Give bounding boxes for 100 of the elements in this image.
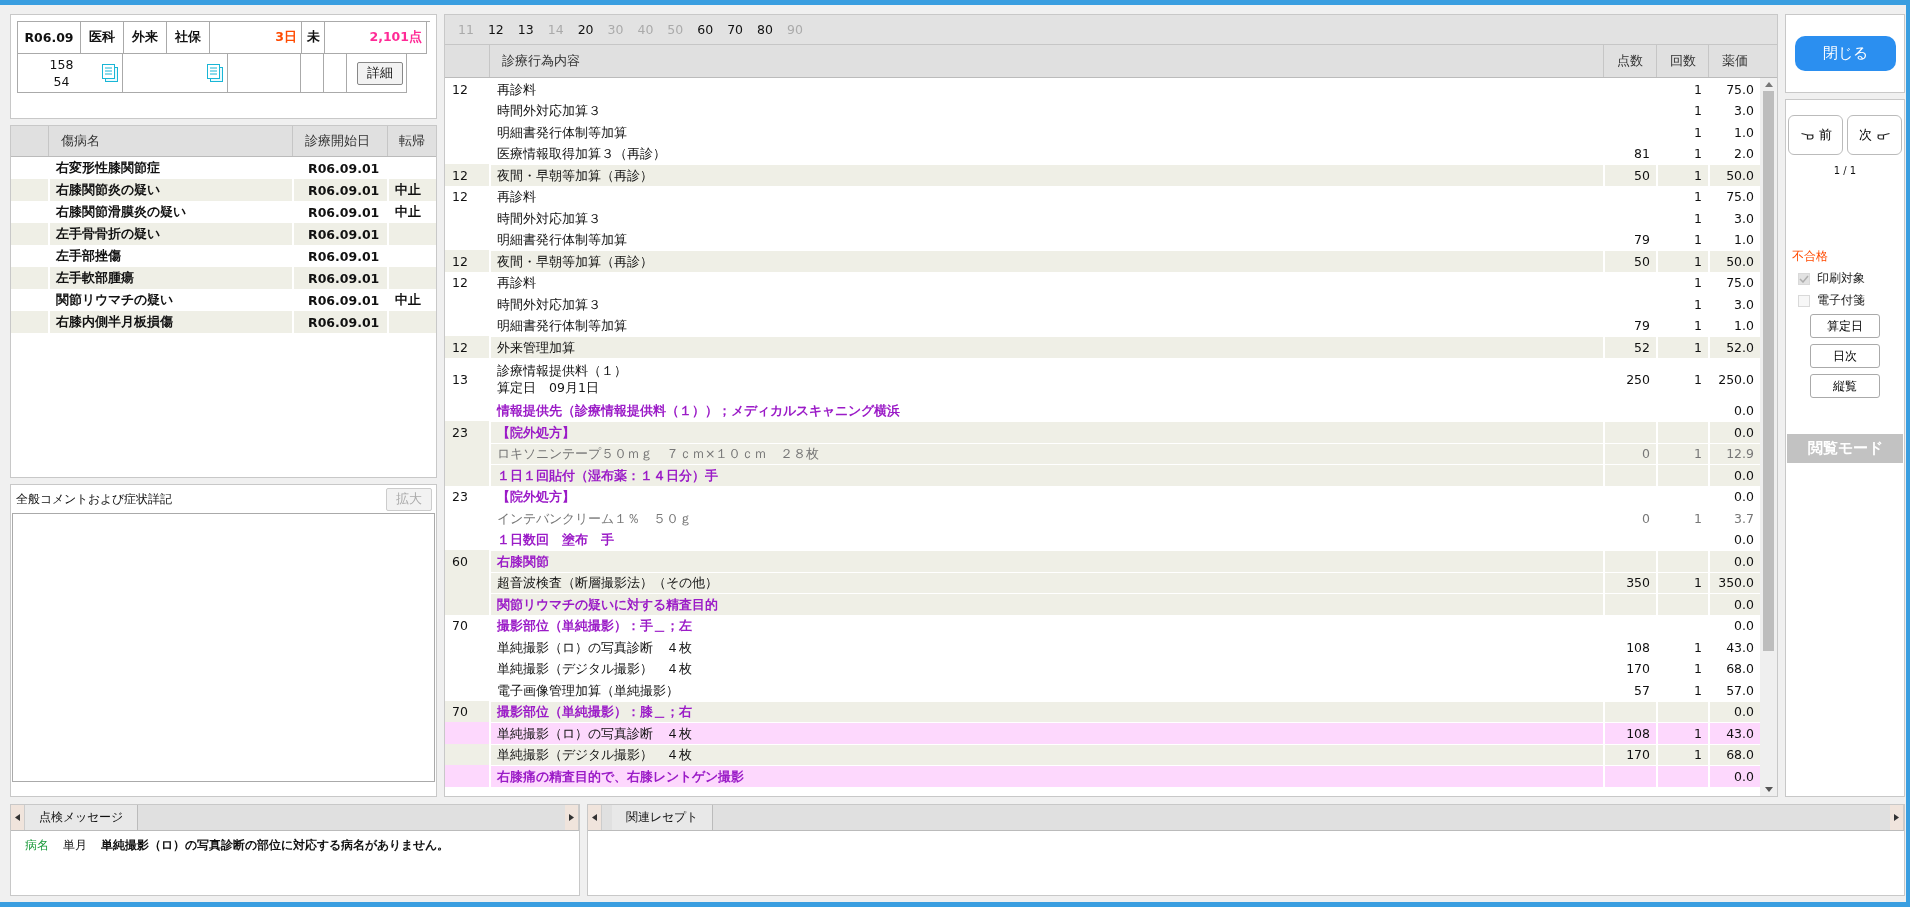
table-row[interactable]: 23 【院外処方】 0.0 xyxy=(445,421,1760,443)
message-category: 病名 xyxy=(25,837,49,854)
count-cell-text: 1 xyxy=(1693,123,1703,142)
code-cell-text: 12 xyxy=(451,252,469,271)
table-row[interactable]: 12 夜間・早朝等加算（再診） 50 1 50.0 xyxy=(445,164,1760,186)
previous-button[interactable]: 前 xyxy=(1788,115,1843,155)
empty-cell xyxy=(301,54,324,93)
left-arrow-icon[interactable] xyxy=(15,814,20,821)
down-arrow-icon[interactable] xyxy=(1764,787,1773,792)
table-row[interactable]: 12 外来管理加算 52 1 52.0 xyxy=(445,336,1760,358)
count-cell-text: 1 xyxy=(1693,317,1703,336)
points-cell-text: 108 xyxy=(1625,638,1651,657)
count-cell-text: 1 xyxy=(1693,370,1703,389)
detail-button[interactable]: 詳細 xyxy=(357,61,403,85)
up-arrow-icon[interactable] xyxy=(1764,82,1773,87)
price-cell-text: 68.0 xyxy=(1725,660,1755,679)
price-cell-text: 75.0 xyxy=(1725,188,1755,207)
status-text: 不合格 xyxy=(1792,249,1828,264)
points-cell: 108 xyxy=(1603,722,1656,744)
points-cell-text: 57 xyxy=(1633,681,1651,700)
summary-cell: R06.09 xyxy=(18,22,81,54)
price-cell-text: 3.0 xyxy=(1733,102,1755,121)
points-cell-text: 170 xyxy=(1625,660,1651,679)
procedure-cell-text: 明細書発行体制等加算 xyxy=(496,123,628,142)
price-cell-text: 3.0 xyxy=(1733,295,1755,314)
checkbox-label: 印刷対象 xyxy=(1817,271,1865,286)
procedure-cell-text: 時間外対応加算３ xyxy=(496,102,602,121)
code-cell-text: 70 xyxy=(451,703,469,722)
code-tab[interactable]: 12 xyxy=(480,22,511,37)
table-row[interactable]: 70 撮影部位（単純撮影）：膝＿；右 0.0 xyxy=(445,700,1760,722)
table-row[interactable]: 関節リウマチの疑いに対する精査目的 0.0 xyxy=(445,593,1760,615)
column-header: 点数 xyxy=(1603,45,1656,77)
procedure-cell: 【院外処方】 xyxy=(489,421,1603,443)
code-cell-text: 23 xyxy=(451,488,469,507)
code-cell-text: 12 xyxy=(451,338,469,357)
procedure-cell-text: 再診料 xyxy=(496,274,537,293)
code-cell-text: 70 xyxy=(451,617,469,636)
summary-cell: 未 xyxy=(302,22,325,54)
side-button[interactable]: 算定日 xyxy=(1810,314,1880,338)
table-row[interactable]: 超音波検査（断層撮影法）（その他） 350 1 350.0 xyxy=(445,571,1760,593)
count-cell-text: 1 xyxy=(1693,681,1703,700)
column-header: 傷病名 xyxy=(48,126,292,156)
procedure-cell-text: 電子画像管理加算（単純撮影） xyxy=(496,681,680,700)
pointing-hand-icon xyxy=(1876,130,1891,140)
points-cell-text: 0 xyxy=(1641,509,1651,528)
code-tab[interactable]: 80 xyxy=(750,22,780,37)
side-button[interactable]: 日次 xyxy=(1810,344,1880,368)
table-row[interactable]: 単純撮影（ロ）の写真診断 ４枚 108 1 43.0 xyxy=(445,722,1760,744)
count-cell-text: 1 xyxy=(1693,188,1703,207)
comment-field[interactable] xyxy=(12,513,435,782)
side-button[interactable]: 縦覧 xyxy=(1810,374,1880,398)
scrollbar[interactable] xyxy=(1760,78,1777,796)
procedure-cell-text: インテバンクリーム１％ ５０ｇ xyxy=(496,509,693,528)
count-text: 158 xyxy=(49,56,74,73)
message-period: 単月 xyxy=(63,837,87,854)
message-tab[interactable]: 点検メッセージ xyxy=(25,805,138,830)
code-tab[interactable]: 13 xyxy=(510,22,541,37)
column-header: 回数 xyxy=(1656,45,1708,77)
price-cell-text: 1.0 xyxy=(1733,317,1755,336)
left-arrow-icon[interactable] xyxy=(592,814,597,821)
code-tab[interactable]: 70 xyxy=(720,22,751,37)
table-row[interactable]: 単純撮影（デジタル撮影） ４枚 170 1 68.0 xyxy=(445,743,1760,765)
table-row[interactable]: 12 夜間・早朝等加算（再診） 50 1 50.0 xyxy=(445,250,1760,272)
table-row[interactable]: 60 右膝関節 0.0 xyxy=(445,550,1760,572)
count-cell-text: 1 xyxy=(1693,209,1703,228)
summary-cell: 社保 xyxy=(167,22,210,54)
table-row[interactable]: 右膝痛の精査目的で、右膝レントゲン撮影 0.0 xyxy=(445,765,1760,787)
code-cell-text: 12 xyxy=(451,166,469,185)
procedure-cell-text: 情報提供先（診療情報提供料（１））；メディカルスキャニング横浜 xyxy=(495,402,901,421)
procedure-cell-text: 単純撮影（デジタル撮影） ４枚 xyxy=(496,660,693,679)
disease-name: 右膝内側半月板損傷 xyxy=(48,311,292,333)
procedure-cell-text: 明細書発行体制等加算 xyxy=(496,231,628,250)
summary-cell: 3日 xyxy=(210,22,302,54)
procedure-cell-text: 【院外処方】 xyxy=(496,488,576,507)
table-row[interactable]: １日１回貼付（湿布薬：１４日分）手 0.0 xyxy=(445,464,1760,486)
procedure-cell: 右膝関節 xyxy=(489,550,1603,572)
column-header: 転帰 xyxy=(387,126,436,156)
next-button[interactable]: 次 xyxy=(1847,115,1902,155)
points-cell-text: 250 xyxy=(1625,370,1651,389)
right-arrow-icon[interactable] xyxy=(569,814,574,821)
panel-title: 全般コメントおよび症状詳記 xyxy=(16,490,172,508)
price-cell-text: 250.0 xyxy=(1717,370,1755,389)
procedure-cell-text: 再診料 xyxy=(496,188,537,207)
procedure-cell: 単純撮影（ロ）の写真診断 ４枚 xyxy=(489,722,1603,744)
document-icon[interactable] xyxy=(207,63,224,83)
procedure-cell-text: 時間外対応加算３ xyxy=(496,295,602,314)
related-tab[interactable]: 関連レセプト xyxy=(612,805,713,830)
code-cell-text: 60 xyxy=(451,552,469,571)
count-cell: 1 xyxy=(1656,722,1708,744)
price-cell-text: 3.0 xyxy=(1733,209,1755,228)
code-cell-text: 13 xyxy=(451,370,469,389)
code-tab[interactable]: 20 xyxy=(570,22,601,37)
price-cell-text: 2.0 xyxy=(1733,145,1755,164)
right-arrow-icon[interactable] xyxy=(1894,814,1899,821)
points-cell-text: 79 xyxy=(1633,317,1651,336)
points-cell-text: 81 xyxy=(1633,145,1651,164)
document-icon[interactable] xyxy=(102,63,119,83)
code-tab[interactable]: 60 xyxy=(690,22,721,37)
table-row[interactable]: ロキソニンテープ５０ｍｇ ７ｃｍ×１０ｃｍ ２８枚 0 1 12.9 xyxy=(445,442,1760,464)
price-cell-text: 0.0 xyxy=(1733,488,1755,507)
